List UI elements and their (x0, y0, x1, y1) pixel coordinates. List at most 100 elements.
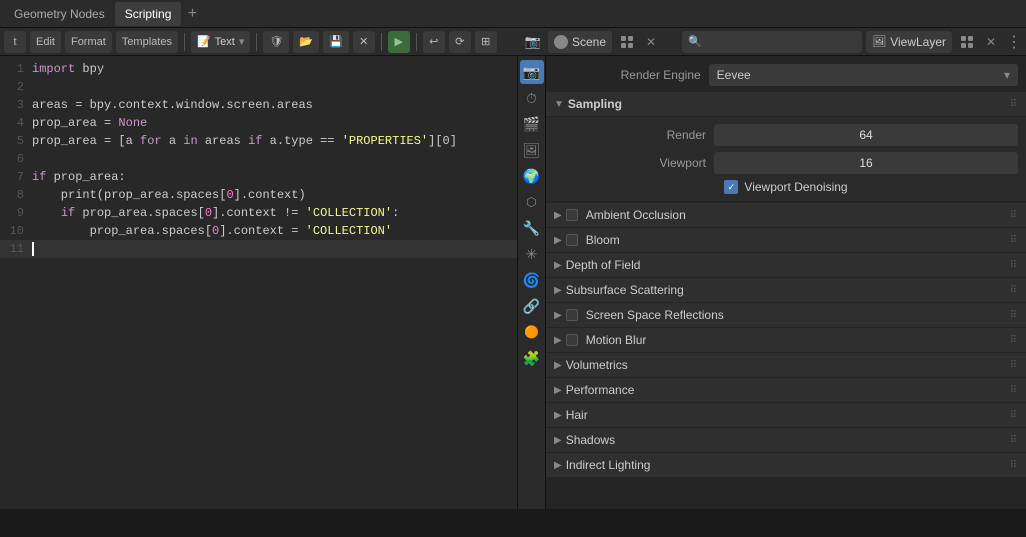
side-icon-constraints[interactable]: 🔗 (520, 294, 544, 318)
tab-geometry-nodes[interactable]: Geometry Nodes (4, 2, 115, 26)
sss-arrow-icon: ▶ (554, 285, 562, 296)
ambient-occlusion-checkbox[interactable] (566, 209, 578, 221)
viewport-denoising-checkbox[interactable]: ✓ (724, 180, 738, 194)
toolbar-sep-3 (381, 33, 382, 51)
performance-drag-handle: ⠿ (1010, 385, 1018, 396)
scene-selector[interactable]: Scene (548, 31, 612, 53)
wrap-lines-button[interactable]: ↩ (423, 31, 445, 53)
menu-templates-button[interactable]: Templates (116, 31, 178, 53)
viewport-denoising-label: Viewport Denoising (744, 180, 847, 194)
editor-type-selector[interactable]: 📝 Text ▾ (191, 31, 250, 53)
ambient-occlusion-section[interactable]: ▶ Ambient Occlusion ⠿ (546, 203, 1026, 227)
volumetrics-arrow-icon: ▶ (554, 360, 562, 371)
side-icon-scene[interactable]: 🖼 (520, 138, 544, 162)
ssr-drag-handle: ⠿ (1010, 310, 1018, 321)
code-line-3: 3 areas = bpy.context.window.screen.area… (0, 96, 517, 114)
render-engine-value: Eevee (717, 68, 751, 82)
side-icon-render[interactable]: 📷 (520, 60, 544, 84)
shield-icon-btn[interactable]: 🛡 (263, 31, 289, 53)
view-layer-add-btn[interactable] (956, 31, 978, 53)
side-icon-particles[interactable]: ✳ (520, 242, 544, 266)
run-script-button[interactable]: ▶ (388, 31, 410, 53)
hair-section[interactable]: ▶ Hair ⠿ (546, 403, 1026, 427)
sync-button[interactable]: ⟳ (449, 31, 471, 53)
side-icon-material[interactable]: 🧩 (520, 346, 544, 370)
shadows-drag-handle: ⠿ (1010, 435, 1018, 446)
indirect-lighting-label: Indirect Lighting (566, 458, 651, 472)
editor-toolbar: t Edit Format Templates 📝 Text ▾ 🛡 📂 💾 ✕… (0, 28, 518, 56)
sampling-section: ▼ Sampling ⠿ Render 64 Viewport (546, 92, 1026, 201)
bloom-label: Bloom (586, 233, 620, 247)
close-scene-btn[interactable]: ✕ (642, 33, 660, 51)
performance-label: Performance (566, 383, 635, 397)
tab-scripting[interactable]: Scripting (115, 2, 182, 26)
ambient-occlusion-arrow-icon: ▶ (554, 210, 562, 221)
right-top-bar: 📷 Scene ✕ 🔍 (518, 28, 1026, 56)
side-icon-object[interactable]: ⬡ (520, 190, 544, 214)
viewport-samples-value[interactable]: 16 (714, 152, 1018, 174)
sampling-section-header[interactable]: ▼ Sampling ⠿ (546, 92, 1026, 116)
search-box: 🔍 (682, 31, 862, 53)
subsurface-scattering-section[interactable]: ▶ Subsurface Scattering ⠿ (546, 278, 1026, 302)
menu-format-button[interactable]: Format (65, 31, 112, 53)
add-tab-button[interactable]: + (181, 3, 203, 25)
toolbar-sep-1 (184, 33, 185, 51)
indirect-lighting-section[interactable]: ▶ Indirect Lighting ⠿ (546, 453, 1026, 477)
motion-blur-checkbox[interactable] (566, 334, 578, 346)
side-icons-bar: 📷 ⏱ 🎬 🖼 🌍 ⬡ 🔧 ✳ 🌀 🔗 🟠 🧩 (518, 56, 546, 509)
scene-name-label: Scene (572, 35, 606, 49)
viewport-samples-label: Viewport (554, 156, 706, 170)
save-file-button[interactable]: 💾 (323, 31, 349, 53)
expand-right-icon[interactable]: ⋮ (1006, 32, 1022, 52)
menu-edit-button[interactable]: Edit (30, 31, 61, 53)
menu-t-button[interactable]: t (4, 31, 26, 53)
side-icon-output[interactable]: ⏱ (520, 86, 544, 110)
performance-arrow-icon: ▶ (554, 385, 562, 396)
ambient-occlusion-label: Ambient Occlusion (586, 208, 686, 222)
view-layer-icon: 🖼 (872, 35, 886, 48)
volumetrics-label: Volumetrics (566, 358, 628, 372)
hair-label: Hair (566, 408, 588, 422)
render-samples-row: Render 64 (554, 121, 1018, 149)
code-line-6: 6 (0, 150, 517, 168)
close-view-layer-btn[interactable]: ✕ (982, 33, 1000, 51)
motion-blur-section[interactable]: ▶ Motion Blur ⠿ (546, 328, 1026, 352)
bloom-arrow-icon: ▶ (554, 235, 562, 246)
main-layout: t Edit Format Templates 📝 Text ▾ 🛡 📂 💾 ✕… (0, 28, 1026, 509)
side-icon-world[interactable]: 🌍 (520, 164, 544, 188)
hair-arrow-icon: ▶ (554, 410, 562, 421)
tabs-button[interactable]: ⊞ (475, 31, 497, 53)
shadows-section[interactable]: ▶ Shadows ⠿ (546, 428, 1026, 452)
view-layer-label: ViewLayer (890, 35, 946, 49)
volumetrics-section[interactable]: ▶ Volumetrics ⠿ (546, 353, 1026, 377)
view-layer-selector[interactable]: 🖼 ViewLayer (866, 31, 952, 53)
subsurface-scattering-label: Subsurface Scattering (566, 283, 684, 297)
render-samples-value[interactable]: 64 (714, 124, 1018, 146)
scene-icon-btn[interactable] (616, 31, 638, 53)
performance-section[interactable]: ▶ Performance ⠿ (546, 378, 1026, 402)
depth-of-field-section[interactable]: ▶ Depth of Field ⠿ (546, 253, 1026, 277)
depth-of-field-label: Depth of Field (566, 258, 641, 272)
camera-icon-btn[interactable]: 📷 (522, 31, 544, 53)
editor-type-icon: 📝 (197, 35, 211, 48)
code-line-11: 11 (0, 240, 517, 258)
search-icon: 🔍 (688, 35, 702, 48)
bloom-section[interactable]: ▶ Bloom ⠿ (546, 228, 1026, 252)
code-line-9: 9 if prop_area.spaces[0].context != 'COL… (0, 204, 517, 222)
ssr-checkbox[interactable] (566, 309, 578, 321)
side-icon-view-layer[interactable]: 🎬 (520, 112, 544, 136)
volumetrics-drag-handle: ⠿ (1010, 360, 1018, 371)
open-file-button[interactable]: 📂 (293, 31, 319, 53)
side-icon-modifiers[interactable]: 🔧 (520, 216, 544, 240)
code-line-10: 10 prop_area.spaces[0].context = 'COLLEC… (0, 222, 517, 240)
ssr-section[interactable]: ▶ Screen Space Reflections ⠿ (546, 303, 1026, 327)
close-file-button[interactable]: ✕ (353, 31, 375, 53)
side-icon-data[interactable]: 🟠 (520, 320, 544, 344)
sampling-drag-handle: ⠿ (1010, 99, 1018, 110)
bloom-checkbox[interactable] (566, 234, 578, 246)
render-engine-label: Render Engine (554, 68, 701, 82)
render-engine-select[interactable]: Eevee ▾ (709, 64, 1018, 86)
side-icon-physics[interactable]: 🌀 (520, 268, 544, 292)
search-input[interactable] (706, 36, 856, 48)
code-editor[interactable]: 1 import bpy 2 3 areas = bpy.context.win… (0, 56, 518, 509)
